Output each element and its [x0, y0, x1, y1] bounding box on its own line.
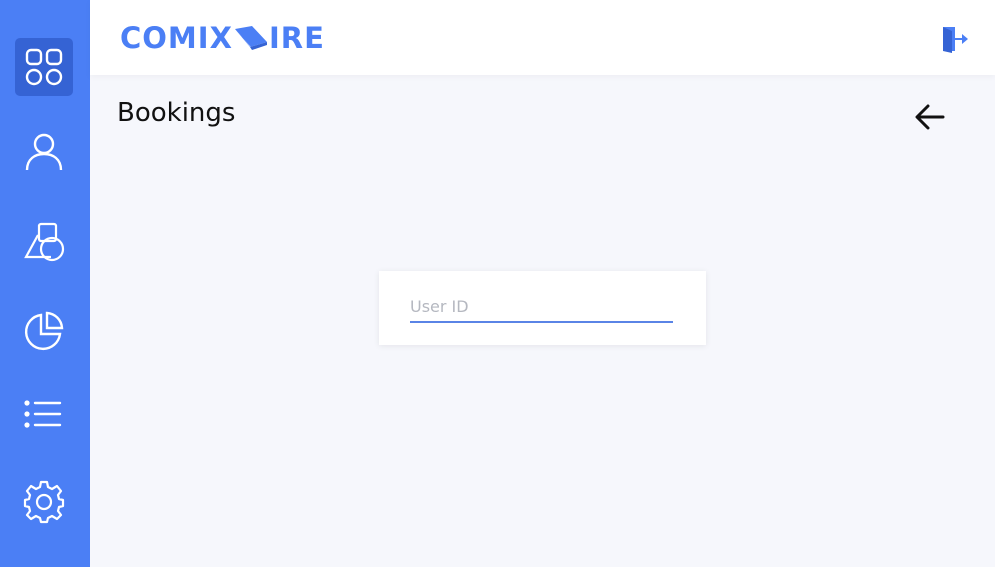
back-button[interactable]	[914, 103, 946, 131]
page-title: Bookings	[117, 98, 236, 128]
sidebar-item-list[interactable]	[15, 387, 73, 445]
top-header: COMIX IRE	[90, 0, 995, 75]
sidebar-item-settings[interactable]	[15, 473, 73, 531]
sidebar-item-users[interactable]	[15, 123, 73, 181]
user-icon	[25, 133, 63, 171]
grid-icon	[25, 48, 63, 86]
list-icon	[24, 400, 62, 428]
logo: COMIX IRE	[120, 19, 325, 57]
sidebar-item-reports[interactable]	[15, 302, 73, 360]
logout-icon	[943, 27, 968, 53]
shapes-icon	[24, 222, 65, 262]
user-id-input[interactable]	[410, 291, 673, 323]
logo-text-right: IRE	[268, 21, 325, 55]
arrow-left-icon	[915, 104, 945, 130]
logout-button[interactable]	[941, 25, 969, 53]
pie-chart-icon	[24, 311, 64, 351]
sidebar-item-dashboard[interactable]	[15, 38, 73, 96]
gear-icon	[23, 480, 65, 524]
book-icon	[234, 26, 267, 50]
sidebar	[0, 0, 90, 567]
logo-text-left: COMIX	[120, 21, 233, 55]
user-id-card	[379, 271, 706, 345]
sidebar-item-shapes[interactable]	[15, 212, 73, 270]
